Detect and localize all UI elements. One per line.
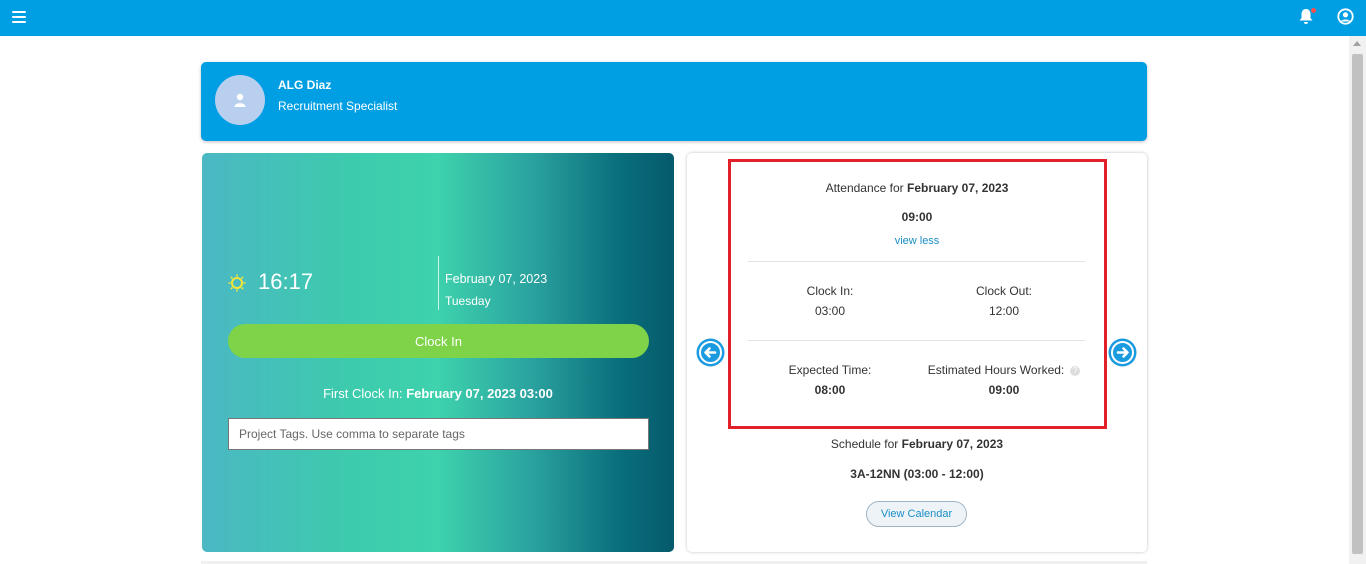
next-arrow-icon[interactable] [1108, 338, 1137, 367]
expected-time-label: Expected Time: [788, 363, 872, 377]
first-clock-in: First Clock In: February 07, 2023 03:00 [202, 386, 674, 401]
estimated-hours-label: Estimated Hours Worked:? [909, 363, 1099, 377]
user-avatar-icon [215, 75, 265, 125]
expected-time-value: 08:00 [814, 383, 846, 397]
estimated-hours-label-text: Estimated Hours Worked: [927, 363, 1065, 377]
estimated-hours-value: 09:00 [988, 383, 1020, 397]
divider [748, 340, 1085, 341]
first-clock-in-value: February 07, 2023 03:00 [406, 386, 553, 401]
help-icon[interactable]: ? [1070, 365, 1081, 376]
clock-out-label: Clock Out: [975, 284, 1032, 298]
view-calendar-button[interactable]: View Calendar [866, 501, 967, 527]
scroll-up-arrow-icon[interactable] [1353, 41, 1361, 46]
schedule-title-prefix: Schedule for [830, 437, 899, 451]
attendance-card: Attendance for February 07, 2023 09:00 v… [687, 153, 1147, 552]
current-day: Tuesday [445, 294, 491, 308]
first-clock-in-label: First Clock In: [323, 386, 403, 401]
clock-card: 16:17 February 07, 2023 Tuesday Clock In… [202, 153, 674, 552]
attendance-hours: 09:00 [901, 210, 933, 224]
user-circle-icon[interactable] [1337, 8, 1355, 26]
previous-arrow-icon[interactable] [696, 338, 725, 367]
clock-in-button[interactable]: Clock In [228, 324, 649, 358]
schedule-shift: 3A-12NN (03:00 - 12:00) [850, 467, 984, 481]
date-divider [438, 256, 439, 310]
clock-in-label: Clock In: [806, 284, 854, 298]
attendance-date: February 07, 2023 [907, 181, 1009, 195]
current-date: February 07, 2023 [445, 272, 548, 286]
attendance-title-prefix: Attendance for [825, 181, 904, 195]
view-less-link[interactable]: view less [687, 235, 1147, 247]
scrollbar-thumb[interactable] [1352, 54, 1363, 554]
schedule-title: Schedule for February 07, 2023 [687, 437, 1147, 451]
page-scrollbar[interactable] [1349, 36, 1366, 564]
top-navbar [0, 0, 1366, 36]
clock-out-value: 12:00 [988, 304, 1020, 318]
bell-icon[interactable] [1298, 8, 1316, 26]
notification-dot [1311, 8, 1316, 13]
project-tags-input[interactable] [228, 418, 649, 450]
attendance-title: Attendance for February 07, 2023 [687, 181, 1147, 195]
profile-job-title: Recruitment Specialist [278, 99, 398, 113]
current-time: 16:17 [258, 269, 314, 294]
hamburger-menu-icon[interactable] [12, 11, 26, 23]
profile-card: ALG Diaz Recruitment Specialist [201, 62, 1147, 141]
sun-icon [228, 274, 246, 292]
clock-in-value: 03:00 [814, 304, 846, 318]
profile-name: ALG Diaz [278, 78, 332, 92]
divider [748, 261, 1085, 262]
schedule-date: February 07, 2023 [901, 437, 1004, 451]
